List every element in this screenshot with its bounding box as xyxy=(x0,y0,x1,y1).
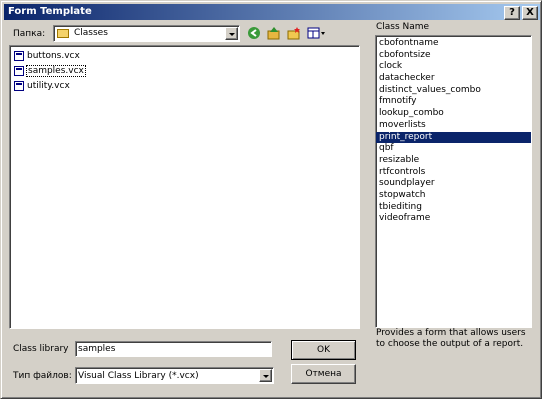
help-button[interactable]: ? xyxy=(504,6,520,20)
file-type-dropdown-arrow[interactable] xyxy=(259,369,272,382)
folder-combo[interactable]: Classes xyxy=(53,25,240,42)
list-item[interactable]: clock xyxy=(376,61,531,73)
ok-button[interactable]: OK xyxy=(291,340,356,360)
view-menu-icon[interactable] xyxy=(307,26,327,40)
class-library-label: Class library xyxy=(13,344,69,354)
list-item[interactable]: resizable xyxy=(376,155,531,167)
list-item[interactable]: videoframe xyxy=(376,213,531,225)
class-name-header: Class Name xyxy=(376,22,430,32)
list-item[interactable]: soundplayer xyxy=(376,178,531,190)
list-item[interactable]: qbf xyxy=(376,143,531,155)
file-list[interactable]: buttons.vcx samples.vcx utility.vcx xyxy=(9,45,360,329)
window-title: Form Template xyxy=(8,6,92,17)
folder-label: Папка: xyxy=(13,29,46,39)
list-item[interactable]: stopwatch xyxy=(376,190,531,202)
title-bar[interactable]: Form Template ? X xyxy=(4,4,540,20)
list-item[interactable]: moverlists xyxy=(376,120,531,132)
class-list[interactable]: cbofontname cbofontsize clock datachecker di… xyxy=(375,35,532,328)
up-folder-icon[interactable] xyxy=(267,26,281,40)
vcx-file-icon xyxy=(14,51,24,61)
list-item[interactable]: lookup_combo xyxy=(376,108,531,120)
list-item[interactable]: fmnotify xyxy=(376,96,531,108)
file-type-label: Тип файлов: xyxy=(13,371,72,381)
cancel-button[interactable]: Отмена xyxy=(291,364,356,384)
folder-current: Classes xyxy=(74,28,108,38)
list-item[interactable]: buttons.vcx xyxy=(14,51,81,63)
list-item[interactable]: utility.vcx xyxy=(14,81,71,93)
list-item[interactable]: distinct_values_combo xyxy=(376,85,531,97)
form-template-dialog: Form Template ? X Папка: Classes buttons… xyxy=(0,0,542,399)
close-button[interactable]: X xyxy=(522,6,538,20)
file-type-select[interactable]: Visual Class Library (*.vcx) xyxy=(75,367,274,384)
class-library-input[interactable]: samples xyxy=(75,341,272,357)
list-item[interactable]: cbofontname xyxy=(376,38,531,50)
list-item[interactable]: samples.vcx xyxy=(14,65,86,78)
back-icon[interactable] xyxy=(247,26,261,40)
folder-icon xyxy=(57,29,69,38)
list-item[interactable]: print_report xyxy=(376,131,531,144)
list-item[interactable]: tbiediting xyxy=(376,202,531,214)
file-type-value: Visual Class Library (*.vcx) xyxy=(78,371,199,381)
class-description: Provides a form that allows users to cho… xyxy=(376,328,526,349)
folder-dropdown-arrow[interactable] xyxy=(225,27,238,40)
class-library-value: samples xyxy=(78,344,116,354)
list-item[interactable]: cbofontsize xyxy=(376,50,531,62)
list-item[interactable]: datachecker xyxy=(376,73,531,85)
vcx-file-icon xyxy=(14,81,24,91)
new-folder-icon[interactable] xyxy=(287,26,301,40)
list-item[interactable]: rtfcontrols xyxy=(376,167,531,179)
vcx-file-icon xyxy=(14,66,24,76)
